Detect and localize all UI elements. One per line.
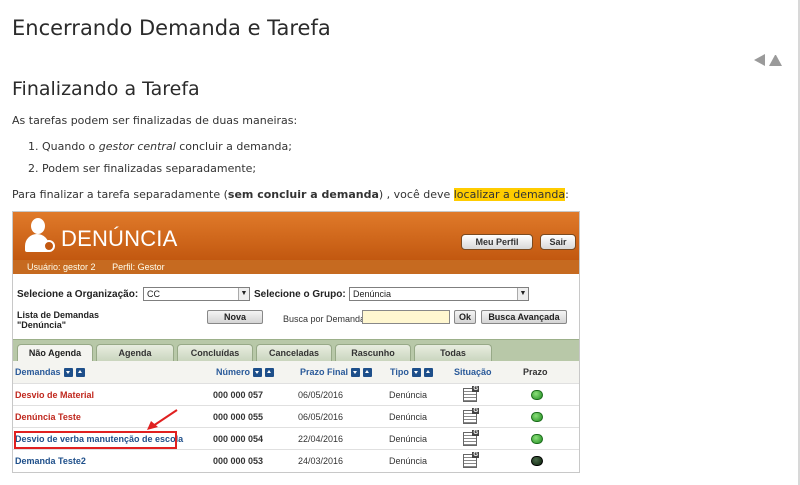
status-dot-icon (531, 390, 543, 400)
section-title: Finalizando a Tarefa (12, 78, 200, 100)
app-title: DENÚNCIA (61, 226, 178, 251)
instruction-text: Para finalizar a tarefa separadamente (s… (12, 188, 569, 201)
chevron-down-icon: ▼ (517, 288, 528, 300)
tabs-bar: Não Agenda Agenda Concluídas Canceladas … (13, 339, 579, 362)
sort-asc-icon[interactable] (363, 367, 373, 377)
col-prazo-final: Prazo Final (300, 367, 373, 377)
user-bar: Usuário: gestor 2 Perfil: Gestor (13, 260, 579, 274)
document-icon[interactable] (463, 430, 479, 446)
usuario-label: Usuário: gestor 2 (27, 262, 96, 272)
sort-asc-icon[interactable] (265, 367, 275, 377)
demanda-link[interactable]: Desvio de verba manutenção de escola (15, 434, 183, 444)
intro-text: As tarefas podem ser finalizadas de duas… (12, 114, 298, 127)
tipo-cell: Denúncia (389, 390, 428, 400)
app-header: DENÚNCIA Meu Perfil Sair (13, 212, 579, 260)
sort-desc-icon[interactable] (411, 367, 421, 377)
col-demandas: Demandas (15, 367, 85, 377)
col-prazo: Prazo (523, 367, 548, 377)
sair-button[interactable]: Sair (540, 234, 576, 250)
highlighted-text: localizar a demanda (453, 188, 566, 201)
table-header: Demandas Número Prazo Final Tipo Situaçã… (13, 361, 579, 383)
status-dot-icon (531, 412, 543, 422)
sort-desc-icon[interactable] (63, 367, 73, 377)
toolbar: Lista de Demandas "Denúncia" Nova Busca p… (13, 308, 579, 334)
col-tipo: Tipo (390, 367, 433, 377)
busca-avancada-button[interactable]: Busca Avançada (481, 310, 567, 324)
ways-list: 1. Quando o gestor central concluir a de… (28, 140, 292, 184)
tipo-cell: Denúncia (389, 434, 428, 444)
org-label: Selecione a Organização: (17, 289, 139, 300)
tab-canceladas[interactable]: Canceladas (256, 344, 332, 362)
sort-desc-icon[interactable] (351, 367, 361, 377)
document-icon[interactable] (463, 452, 479, 468)
col-situacao: Situação (454, 367, 492, 377)
list-item: 1. Quando o gestor central concluir a de… (28, 140, 292, 153)
group-select[interactable]: Denúncia ▼ (349, 287, 529, 301)
status-dot-icon (531, 434, 543, 444)
meu-perfil-button[interactable]: Meu Perfil (461, 234, 533, 250)
table-row[interactable]: Denúncia Teste 000 000 055 06/05/2016 De… (13, 405, 579, 427)
chevron-down-icon: ▼ (238, 288, 249, 300)
prazo-final-cell: 22/04/2016 (298, 434, 344, 444)
table-row[interactable]: Demanda Teste2 000 000 053 24/03/2016 De… (13, 449, 579, 471)
demanda-link[interactable]: Denúncia Teste (15, 412, 81, 422)
numero-cell: 000 000 055 (213, 412, 264, 422)
prazo-final-cell: 06/05/2016 (298, 412, 344, 422)
col-numero: Número (216, 367, 275, 377)
app-screenshot: DENÚNCIA Meu Perfil Sair Usuário: gestor… (12, 211, 580, 473)
document-icon[interactable] (463, 408, 479, 424)
page-title: Encerrando Demanda e Tarefa (12, 16, 331, 40)
sort-asc-icon[interactable] (75, 367, 85, 377)
tab-concluidas[interactable]: Concluídas (177, 344, 253, 362)
status-dot-icon (531, 456, 543, 466)
tipo-cell: Denúncia (389, 412, 428, 422)
document-icon[interactable] (463, 386, 479, 402)
page-nav (752, 54, 782, 66)
busca-label: Busca por Demandas: (283, 314, 373, 324)
ok-button[interactable]: Ok (454, 310, 476, 324)
list-title: Lista de Demandas "Denúncia" (17, 310, 100, 330)
table-row[interactable]: Desvio de verba manutenção de escola 000… (13, 427, 579, 449)
tab-agenda[interactable]: Agenda (96, 344, 174, 362)
list-item: 2. Podem ser finalizadas separadamente; (28, 162, 257, 175)
demanda-link[interactable]: Desvio de Material (15, 390, 94, 400)
tab-rascunho[interactable]: Rascunho (335, 344, 411, 362)
prazo-final-cell: 06/05/2016 (298, 390, 344, 400)
numero-cell: 000 000 053 (213, 456, 264, 466)
numero-cell: 000 000 057 (213, 390, 264, 400)
tipo-cell: Denúncia (389, 456, 428, 466)
group-label: Selecione o Grupo: (254, 289, 346, 300)
sort-asc-icon[interactable] (423, 367, 433, 377)
tab-todas[interactable]: Todas (414, 344, 492, 362)
filters-bar: Selecione a Organização: CC ▼ Selecione o… (13, 284, 579, 306)
table-row[interactable]: Desvio de Material 000 000 057 06/05/201… (13, 383, 579, 405)
demanda-link[interactable]: Demanda Teste2 (15, 456, 86, 466)
sort-desc-icon[interactable] (253, 367, 263, 377)
tab-nao-agenda[interactable]: Não Agenda (17, 344, 93, 362)
numero-cell: 000 000 054 (213, 434, 264, 444)
user-badge-icon (23, 218, 55, 254)
perfil-label: Perfil: Gestor (112, 262, 165, 272)
triangle-left-icon[interactable] (752, 54, 765, 66)
search-input[interactable] (362, 310, 450, 324)
nova-button[interactable]: Nova (207, 310, 263, 324)
prazo-final-cell: 24/03/2016 (298, 456, 344, 466)
triangle-up-icon[interactable] (769, 54, 782, 66)
org-select[interactable]: CC ▼ (143, 287, 250, 301)
